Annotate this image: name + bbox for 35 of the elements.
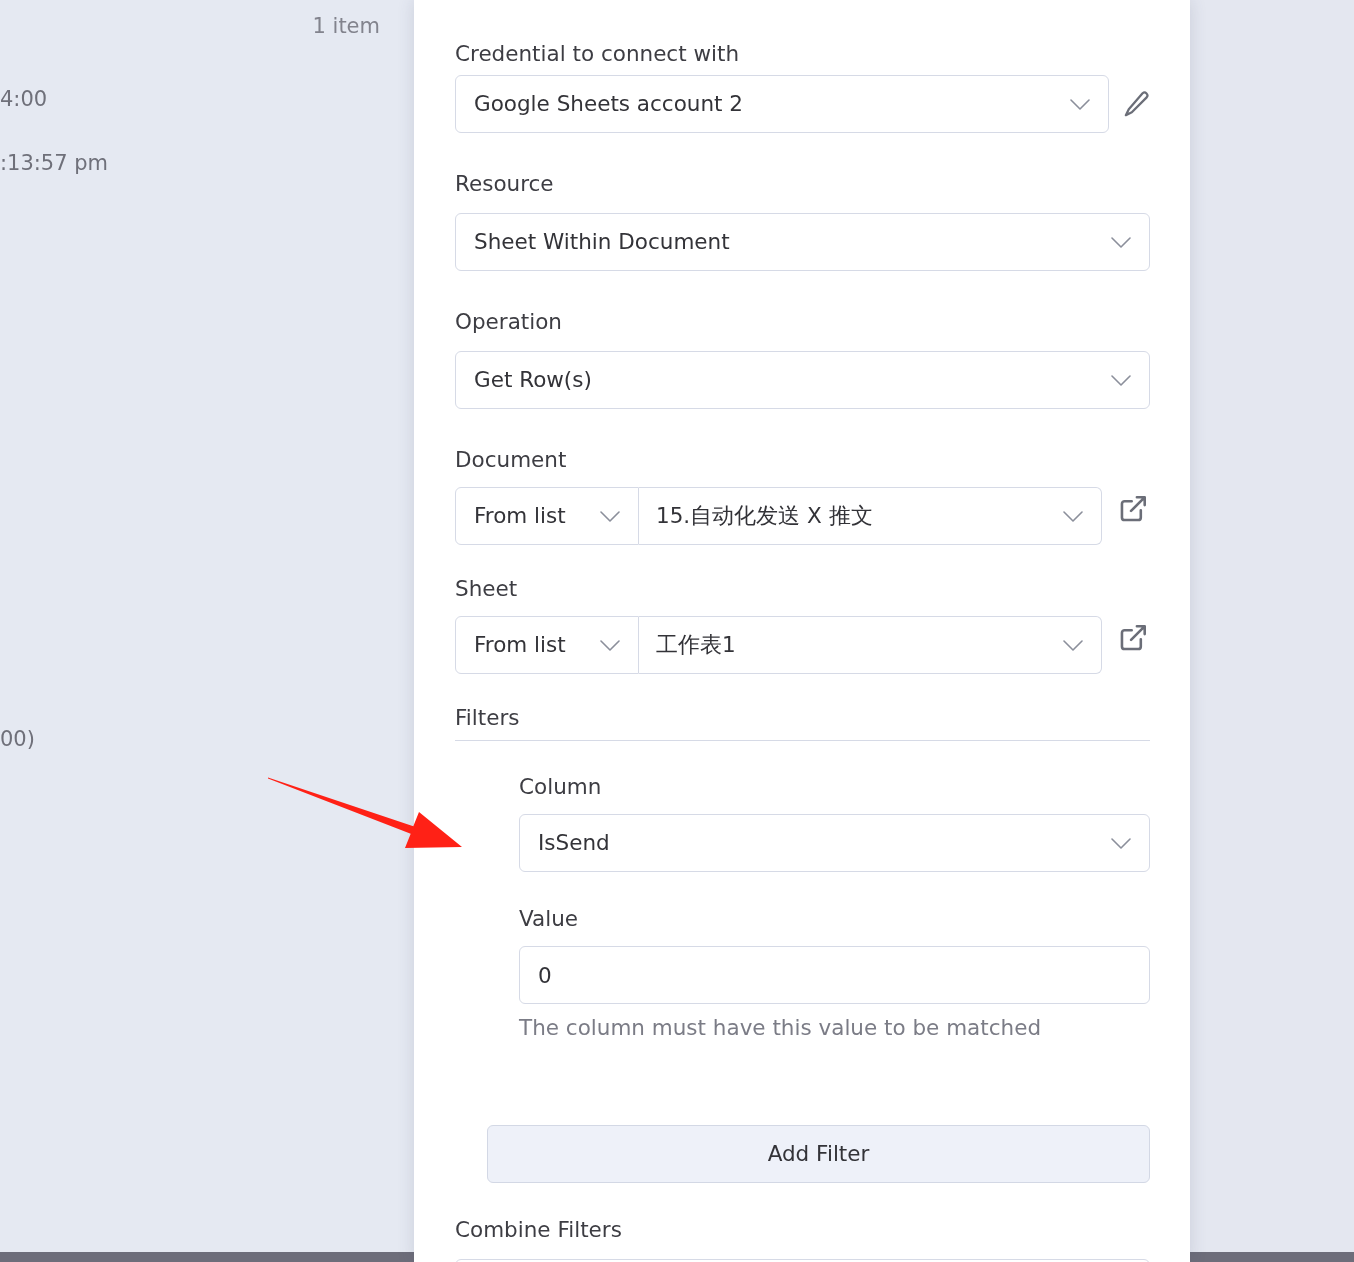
- field-label: Document: [455, 446, 567, 474]
- field-label: Credential to connect with: [455, 40, 740, 68]
- select-field[interactable]: 工作表1: [639, 616, 1102, 674]
- chevron-down-icon: [1111, 837, 1131, 849]
- field-label: Sheet: [455, 575, 518, 603]
- select-field[interactable]: Sheet Within Document: [455, 213, 1150, 271]
- select-field[interactable]: Get Row(s): [455, 351, 1150, 409]
- field-label: Value: [519, 905, 579, 933]
- text-input[interactable]: 0: [519, 946, 1150, 1004]
- item-count: 1 item: [311, 13, 381, 40]
- select-field[interactable]: Google Sheets account 2: [455, 75, 1109, 133]
- pencil-icon[interactable]: [1124, 91, 1150, 117]
- background-text: :13:57 pm: [0, 150, 109, 177]
- field-label: Column: [519, 773, 602, 801]
- hint-text: The column must have this value to be matched: [519, 1014, 1042, 1042]
- field-label: Resource: [455, 170, 554, 198]
- background-text: 4:00: [0, 86, 48, 113]
- chevron-down-icon: [600, 510, 620, 522]
- chevron-down-icon: [1063, 510, 1083, 522]
- field-label: Combine Filters: [455, 1216, 622, 1244]
- chevron-down-icon: [1063, 639, 1083, 651]
- select-field[interactable]: From list: [455, 487, 639, 545]
- add-filter-button[interactable]: Add Filter: [487, 1125, 1150, 1183]
- select-field[interactable]: IsSend: [519, 814, 1150, 872]
- background-text: 00): [0, 726, 35, 753]
- select-field[interactable]: 15.自动化发送 X 推文: [639, 487, 1102, 545]
- chevron-down-icon: [1111, 374, 1131, 386]
- select-field[interactable]: From list: [455, 616, 639, 674]
- field-label: Operation: [455, 308, 562, 336]
- chevron-down-icon: [1111, 236, 1131, 248]
- chevron-down-icon: [600, 639, 620, 651]
- section-title: Filters: [455, 704, 520, 732]
- external-link-icon[interactable]: [1120, 496, 1146, 522]
- external-link-icon[interactable]: [1120, 625, 1146, 651]
- chevron-down-icon: [1070, 98, 1090, 110]
